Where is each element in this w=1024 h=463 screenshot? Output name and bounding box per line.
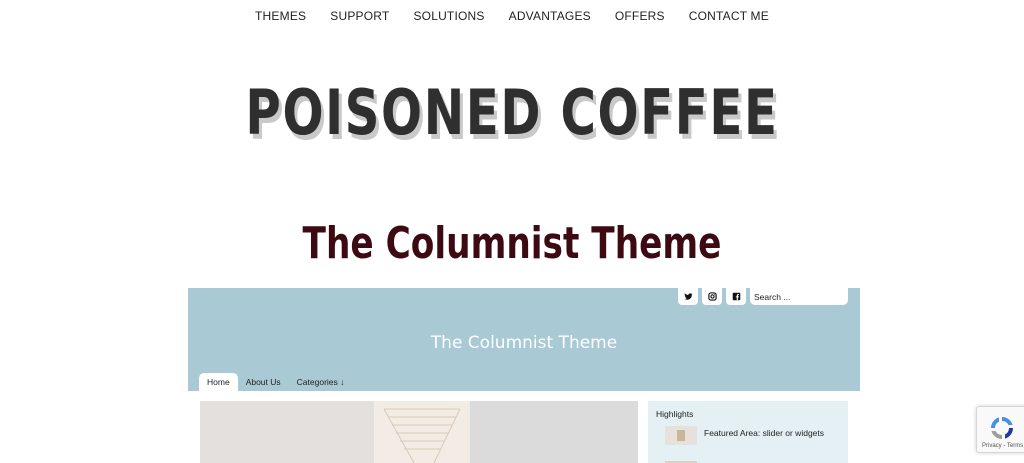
highlights-sidebar: Highlights Featured Area: slider or widg… xyxy=(648,401,848,463)
hero-image xyxy=(200,401,638,463)
recaptcha-privacy-terms[interactable]: Privacy - Terms xyxy=(982,443,1023,449)
page-title: The Columnist Theme xyxy=(302,218,722,269)
nav-advantages[interactable]: ADVANTAGES xyxy=(509,9,591,23)
highlight-thumbnail[interactable] xyxy=(665,426,697,445)
nav-contact-me[interactable]: CONTACT ME xyxy=(689,9,769,23)
top-nav: THEMES SUPPORT SOLUTIONS ADVANTAGES OFFE… xyxy=(0,9,1024,23)
search-input[interactable]: Search ... xyxy=(750,288,848,305)
hero-doorway xyxy=(374,401,470,463)
nav-solutions[interactable]: SOLUTIONS xyxy=(413,9,484,23)
preview-site-title[interactable]: The Columnist Theme xyxy=(188,333,860,353)
twitter-icon[interactable] xyxy=(678,288,698,305)
preview-menu: Home About Us Categories ↓ xyxy=(199,373,352,391)
menu-item-categories[interactable]: Categories ↓ xyxy=(289,373,353,391)
menu-item-home[interactable]: Home xyxy=(199,373,238,391)
recaptcha-icon xyxy=(991,417,1013,439)
site-title[interactable]: POISONED COFFEE xyxy=(113,76,912,149)
instagram-icon[interactable] xyxy=(702,288,722,305)
theme-preview[interactable]: Search ... The Columnist Theme Home Abou… xyxy=(188,288,860,463)
hero-wall-left xyxy=(200,401,374,463)
hero-wall-right xyxy=(470,401,638,463)
menu-item-about-us[interactable]: About Us xyxy=(238,373,289,391)
nav-themes[interactable]: THEMES xyxy=(255,9,306,23)
recaptcha-badge[interactable]: Privacy - Terms xyxy=(976,406,1024,453)
nav-offers[interactable]: OFFERS xyxy=(615,9,665,23)
facebook-icon[interactable] xyxy=(726,288,746,305)
nav-support[interactable]: SUPPORT xyxy=(330,9,389,23)
sidebar-title: Highlights xyxy=(656,409,694,419)
preview-header: Search ... The Columnist Theme Home Abou… xyxy=(188,288,860,391)
highlight-link[interactable]: Featured Area: slider or widgets xyxy=(704,428,824,438)
